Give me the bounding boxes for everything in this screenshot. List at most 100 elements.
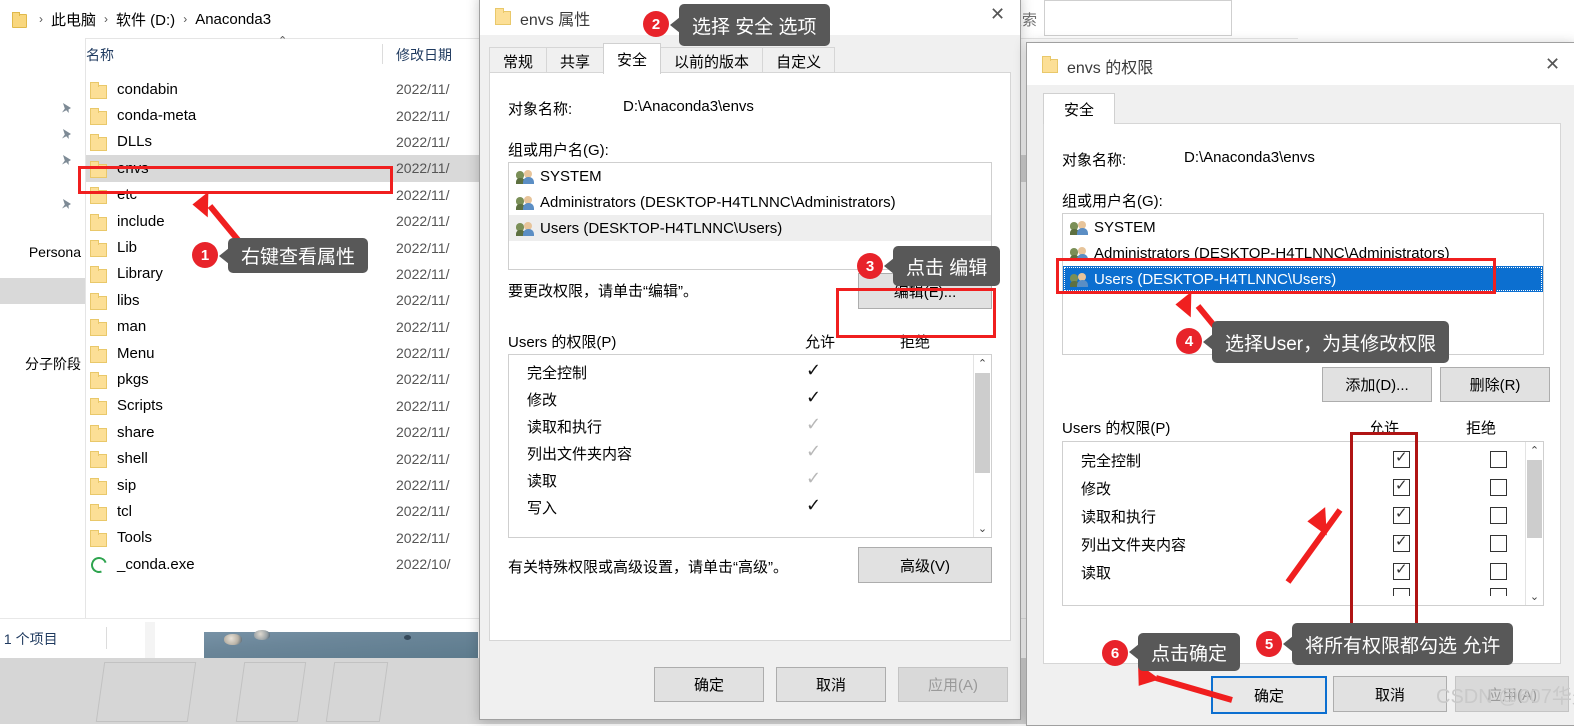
list-item[interactable]: SYSTEM (1063, 214, 1543, 240)
tab-general[interactable]: 常规 (489, 47, 548, 74)
scroll-up-icon[interactable]: ⌃ (1526, 442, 1543, 459)
desktop-shape (235, 662, 307, 722)
apply-button: 应用(A) (898, 667, 1008, 702)
scroll-up-icon[interactable]: ⌃ (974, 355, 991, 372)
folder-icon (89, 319, 107, 337)
advanced-button[interactable]: 高级(V) (858, 547, 992, 583)
folder-icon (1041, 56, 1058, 73)
pin-icon[interactable] (60, 102, 73, 115)
permissions-list[interactable]: 完全控制 ✓ 修改 ✓ 读取和执行 ✓ 列出文件夹内容 ✓ 读取 ✓ 写入 ✓ ⌃ ⌄ (508, 354, 992, 538)
file-modified-date: 2022/11/ (396, 318, 450, 335)
folder-icon (89, 371, 107, 389)
remove-button[interactable]: 删除(R) (1440, 367, 1550, 402)
highlight-box-users-row (1056, 258, 1496, 294)
nav-item-label[interactable]: 分子阶段 (25, 354, 81, 374)
group-users-label: 组或用户名(G): (1062, 193, 1163, 210)
nav-item-label-2[interactable]: Persona (29, 244, 81, 260)
file-modified-date: 2022/11/ (396, 186, 450, 203)
cancel-button[interactable]: 取消 (1333, 676, 1447, 712)
file-name: condabin (117, 80, 178, 98)
permission-name: 修改 (527, 392, 558, 409)
file-name: conda-meta (117, 107, 197, 125)
callout-bubble-1: 右键查看属性 (218, 238, 369, 273)
deny-checkbox[interactable] (1490, 588, 1507, 596)
list-item[interactable]: Administrators (DESKTOP-H4TLNNC\Administ… (509, 189, 991, 215)
permission-row[interactable]: 读取 ✓ (509, 466, 971, 493)
allow-column-header: 允许 (805, 334, 836, 351)
permission-name: 修改 (1081, 481, 1112, 498)
file-modified-date: 2022/11/ (396, 450, 450, 467)
add-button[interactable]: 添加(D)... (1322, 367, 1432, 402)
file-modified-date: 2022/11/ (396, 239, 450, 256)
permissions-header: Users 的权限(P) (1062, 420, 1171, 437)
photo-detail (224, 634, 242, 645)
callout-badge-5: 5 (1256, 631, 1282, 657)
deny-checkbox[interactable] (1490, 563, 1507, 580)
scroll-thumb[interactable] (975, 373, 990, 473)
search-input[interactable]: 搜索 (1007, 0, 1232, 36)
breadcrumb-item-this-pc[interactable]: 此电脑 (48, 9, 99, 30)
folder-icon (89, 108, 107, 126)
breadcrumb-separator: › (39, 12, 43, 26)
deny-checkbox[interactable] (1490, 507, 1507, 524)
cancel-button[interactable]: 取消 (776, 667, 886, 702)
deny-checkbox[interactable] (1490, 479, 1507, 496)
permission-row[interactable]: 写入 ✓ (509, 493, 971, 520)
group-users-label: 组或用户名(G): (508, 142, 609, 159)
callout-bubble-4: 选择User，为其修改权限 (1202, 321, 1450, 363)
permission-name: 读取 (1081, 565, 1112, 582)
permission-row[interactable]: 修改 ✓ (509, 385, 971, 412)
scroll-down-icon[interactable]: ⌄ (1526, 588, 1543, 605)
deny-checkbox[interactable] (1490, 451, 1507, 468)
tab-customize[interactable]: 自定义 (762, 47, 836, 74)
file-modified-date: 2022/11/ (396, 292, 450, 309)
navigation-pane: 分子阶段 Persona (0, 38, 86, 618)
status-divider (106, 627, 107, 649)
file-name: shell (117, 450, 148, 468)
tab-previous-versions[interactable]: 以前的版本 (660, 47, 764, 74)
folder-icon (89, 240, 107, 258)
scroll-down-icon[interactable]: ⌄ (974, 520, 991, 537)
permissions-scrollbar[interactable]: ⌃ ⌄ (973, 355, 991, 537)
tab-security[interactable]: 安全 (1043, 93, 1116, 124)
breadcrumb-separator: › (183, 12, 188, 26)
column-divider (382, 44, 383, 64)
folder-icon (89, 345, 107, 363)
column-header-name[interactable]: 名称 (86, 45, 114, 65)
file-name: man (117, 318, 147, 336)
photo-detail (404, 635, 411, 640)
file-modified-date: 2022/11/ (396, 503, 450, 520)
tab-sharing[interactable]: 共享 (546, 47, 605, 74)
close-icon[interactable]: ✕ (1530, 49, 1574, 80)
callout-badge-4: 4 (1176, 328, 1202, 354)
permission-name: 完全控制 (1081, 453, 1142, 470)
breadcrumb-item-anaconda3[interactable]: Anaconda3 (192, 11, 274, 28)
scroll-thumb[interactable] (1527, 460, 1542, 538)
file-name: include (117, 212, 165, 230)
folder-icon (89, 398, 107, 416)
permissions-scrollbar[interactable]: ⌃ ⌄ (1525, 442, 1543, 605)
permission-row[interactable]: 列出文件夹内容 ✓ (509, 439, 971, 466)
breadcrumb-item-drive-d[interactable]: 软件 (D:) (113, 9, 178, 30)
permission-row[interactable]: 完全控制 ✓ (509, 358, 971, 385)
tab-security[interactable]: 安全 (603, 43, 662, 74)
list-item[interactable]: SYSTEM (509, 163, 991, 189)
ok-button[interactable]: 确定 (654, 667, 764, 702)
permission-row[interactable]: 读取和执行 ✓ (509, 412, 971, 439)
allow-checkmark-icon: ✓ (806, 441, 822, 462)
file-modified-date: 2022/11/ (396, 133, 450, 150)
pin-icon[interactable] (60, 128, 73, 141)
close-icon[interactable]: ✕ (975, 0, 1020, 30)
pin-icon[interactable] (60, 198, 73, 211)
user-group-icon (516, 168, 536, 184)
object-name-label: 对象名称: (1062, 152, 1127, 169)
nav-item-selected[interactable] (0, 278, 85, 304)
file-name: DLLs (117, 133, 153, 151)
deny-checkbox[interactable] (1490, 535, 1507, 552)
watermark: CSDN @607华少 (1436, 686, 1574, 708)
folder-icon (89, 81, 107, 99)
pin-icon[interactable] (60, 154, 73, 167)
column-header-modified[interactable]: 修改日期 (396, 45, 452, 65)
desktop-shape (325, 662, 389, 722)
list-item[interactable]: Users (DESKTOP-H4TLNNC\Users) (509, 215, 991, 241)
